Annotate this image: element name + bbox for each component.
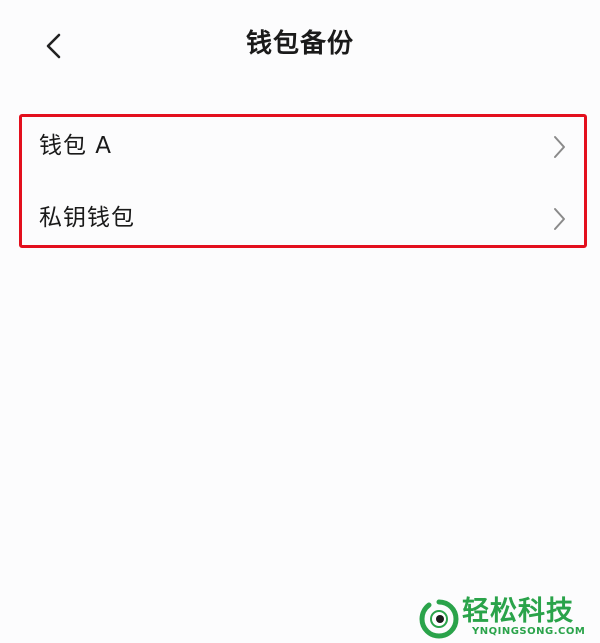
watermark-subtitle: YNQINGSONG.COM xyxy=(472,626,586,637)
wallet-backup-screen: 钱包备份 钱包 A 私钥钱包 轻松科技 YNQINGSONG.COM xyxy=(0,0,600,643)
header-bar: 钱包备份 xyxy=(0,0,600,90)
wallet-item-a[interactable]: 钱包 A xyxy=(22,117,584,181)
wallet-item-label: 私钥钱包 xyxy=(39,205,135,231)
wallet-list-highlight: 钱包 A 私钥钱包 xyxy=(19,114,587,248)
chevron-right-icon xyxy=(554,208,565,230)
wallet-item-label: 钱包 A xyxy=(39,133,113,159)
wallet-item-private-key[interactable]: 私钥钱包 xyxy=(22,189,584,253)
watermark: 轻松科技 YNQINGSONG.COM xyxy=(414,596,600,643)
watermark-title: 轻松科技 xyxy=(462,596,574,627)
watermark-logo-icon xyxy=(419,599,459,639)
page-title: 钱包备份 xyxy=(245,29,354,59)
chevron-right-icon xyxy=(554,136,565,158)
